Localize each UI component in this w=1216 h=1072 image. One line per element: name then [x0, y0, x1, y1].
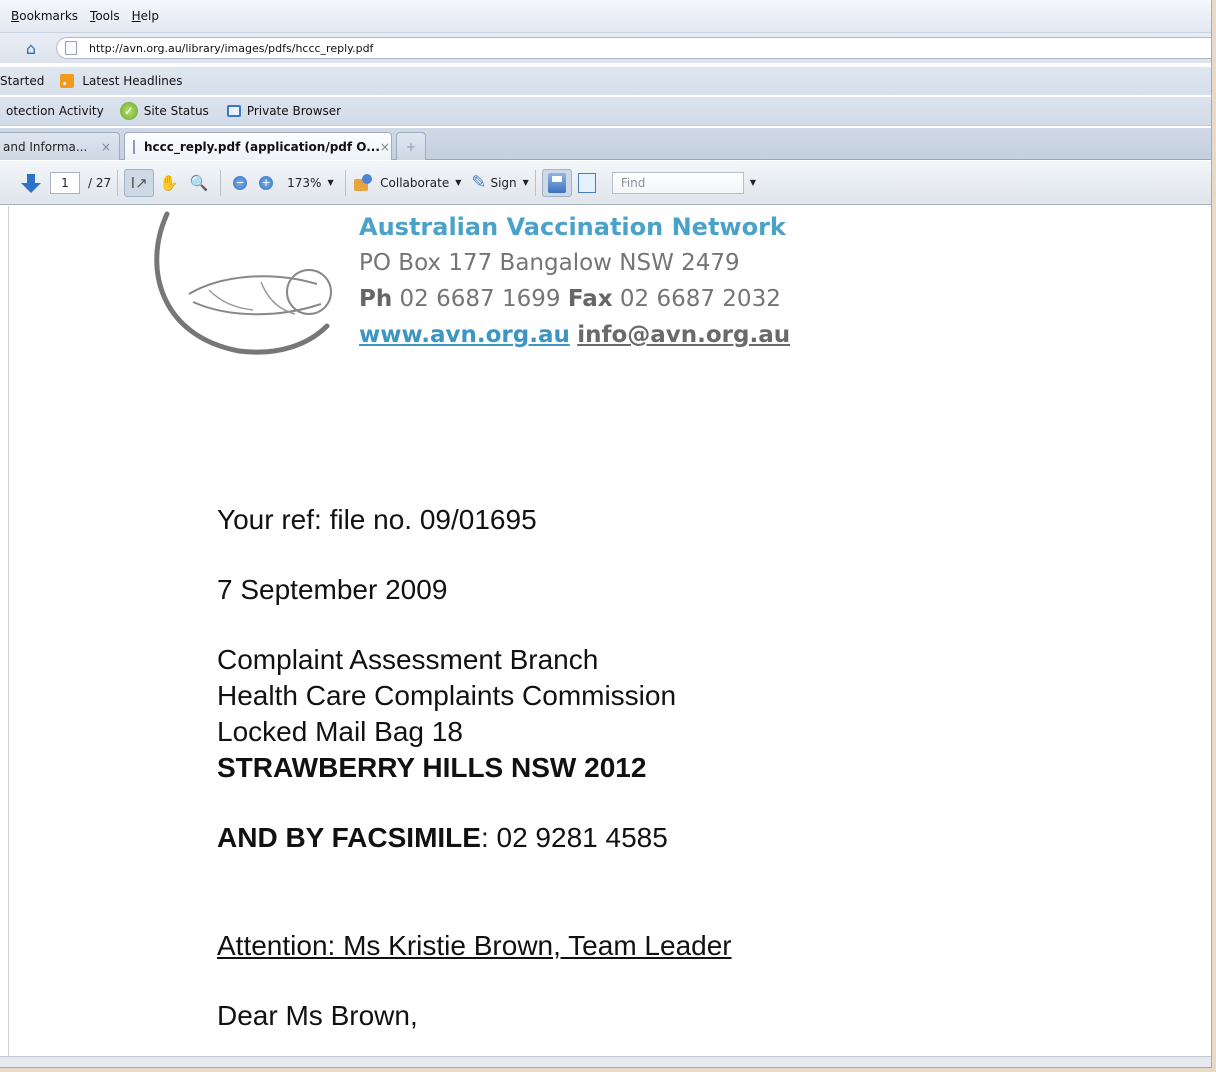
reference-line: Your ref: file no. 09/01695 [217, 504, 537, 535]
fit-page-icon [577, 172, 596, 193]
address-line: STRAWBERRY HILLS NSW 2012 [217, 752, 647, 783]
tab-hccc-reply-pdf[interactable]: hccc_reply.pdf (application/pdf O... × [124, 132, 392, 160]
find-input[interactable]: Find [611, 171, 744, 194]
organization-logo [154, 211, 332, 355]
toolbar-separator [345, 169, 347, 196]
toolbar-separator [220, 169, 222, 196]
email-link[interactable]: info@avn.org.au [577, 322, 790, 348]
pdf-page: Australian Vaccination Network PO Box 17… [8, 206, 1211, 1056]
postal-address: PO Box 177 Bangalow NSW 2479 [359, 250, 740, 276]
url-text: http://avn.org.au/library/images/pdfs/hc… [89, 41, 374, 55]
tab-previous[interactable]: and Informa... × [0, 132, 120, 160]
tab-label: and Informa... [3, 139, 88, 154]
phone-number: 02 6687 1699 [399, 286, 561, 312]
bookmarks-toolbar: Started Latest Headlines [0, 67, 1211, 95]
chevron-down-icon: ▼ [522, 178, 529, 187]
address-line: Locked Mail Bag 18 [217, 716, 463, 747]
web-line: www.avn.org.au info@avn.org.au [359, 317, 790, 353]
close-icon[interactable]: × [101, 140, 111, 154]
tab-strip: and Informa... × hccc_reply.pdf (applica… [0, 128, 1211, 160]
phone-label: Ph [359, 286, 393, 312]
save-icon [547, 172, 566, 193]
close-icon[interactable]: × [380, 140, 390, 154]
pdf-toolbar: 1 / 27 I↗ ✋ 🔍 − + 173% ▼ Collaborate ▼ ✎… [0, 161, 1211, 205]
private-browser-icon [226, 105, 241, 117]
bookmark-getting-started[interactable]: Started [0, 74, 44, 88]
letter-date: 7 September 2009 [217, 574, 448, 605]
menu-tools[interactable]: Tools [90, 9, 120, 23]
tab-label: hccc_reply.pdf (application/pdf O... [144, 139, 380, 154]
hand-tool-icon[interactable]: ✋ [154, 169, 184, 197]
salutation: Dear Ms Brown, [217, 1000, 418, 1031]
collaborate-button[interactable]: Collaborate [380, 176, 449, 190]
contact-line: Ph 02 6687 1699 Fax 02 6687 2032 [359, 281, 790, 317]
next-page-icon[interactable] [20, 172, 42, 194]
page-total: / 27 [88, 175, 112, 190]
browser-window: Bookmarks Tools Help ⌂ http://avn.org.au… [0, 0, 1212, 1068]
rss-icon [60, 74, 75, 88]
menu-bookmarks[interactable]: Bookmarks [11, 9, 78, 23]
fax-label: Fax [567, 286, 613, 312]
save-button[interactable] [541, 168, 572, 197]
attention-line: Attention: Ms Kristie Brown, Team Leader [217, 930, 732, 961]
new-tab-button[interactable]: + [396, 132, 426, 160]
home-icon[interactable]: ⌂ [20, 38, 42, 58]
address-line: Complaint Assessment Branch [217, 644, 599, 675]
address-line: Health Care Complaints Commission [217, 680, 677, 711]
marquee-zoom-icon[interactable]: 🔍 [184, 169, 214, 197]
collaborate-icon [352, 173, 374, 193]
facsimile-label: AND BY FACSIMILE [217, 822, 481, 853]
menu-help[interactable]: Help [132, 9, 159, 23]
chevron-down-icon: ▼ [455, 178, 462, 187]
addon-toolbar: otection Activity ✓ Site Status Private … [0, 97, 1211, 126]
checkmark-icon: ✓ [119, 102, 138, 120]
website-link[interactable]: www.avn.org.au [359, 322, 570, 348]
letter-body: Your ref: file no. 09/01695 7 September … [217, 502, 732, 1034]
page-icon [65, 41, 77, 55]
facsimile-line: AND BY FACSIMILE: 02 9281 4585 [217, 820, 732, 856]
pen-icon: ✎ [471, 172, 487, 193]
menu-bar: Bookmarks Tools Help [0, 0, 1211, 33]
organization-name: Australian Vaccination Network [359, 213, 786, 241]
zoom-level-select[interactable]: 173% ▼ [279, 172, 339, 194]
zoom-in-icon[interactable]: + [259, 175, 274, 190]
document-icon [133, 139, 135, 154]
fax-number: 02 6687 2032 [619, 286, 781, 312]
horizontal-scrollbar[interactable] [0, 1056, 1211, 1067]
toolbar-separator [534, 169, 536, 196]
site-status-button[interactable]: Site Status [144, 104, 209, 118]
recipient-address: Complaint Assessment Branch Health Care … [217, 642, 732, 786]
sign-button[interactable]: Sign [490, 176, 516, 190]
zoom-out-icon[interactable]: − [233, 175, 248, 190]
zoom-level: 173% [287, 175, 322, 190]
fit-page-button[interactable] [572, 169, 602, 197]
toolbar-separator [117, 169, 119, 196]
navigation-bar: ⌂ http://avn.org.au/library/images/pdfs/… [0, 33, 1211, 63]
protection-activity-button[interactable]: otection Activity [6, 104, 104, 118]
chevron-down-icon: ▼ [327, 178, 334, 187]
page-number-input[interactable]: 1 [50, 171, 80, 194]
private-browser-button[interactable]: Private Browser [247, 104, 341, 118]
letterhead: Australian Vaccination Network PO Box 17… [359, 209, 790, 353]
select-tool-icon[interactable]: I↗ [124, 168, 155, 197]
facsimile-number: : 02 9281 4585 [480, 822, 668, 853]
url-bar[interactable]: http://avn.org.au/library/images/pdfs/hc… [56, 37, 1211, 59]
bookmark-latest-headlines[interactable]: Latest Headlines [82, 74, 182, 88]
chevron-down-icon[interactable]: ▼ [750, 178, 756, 187]
